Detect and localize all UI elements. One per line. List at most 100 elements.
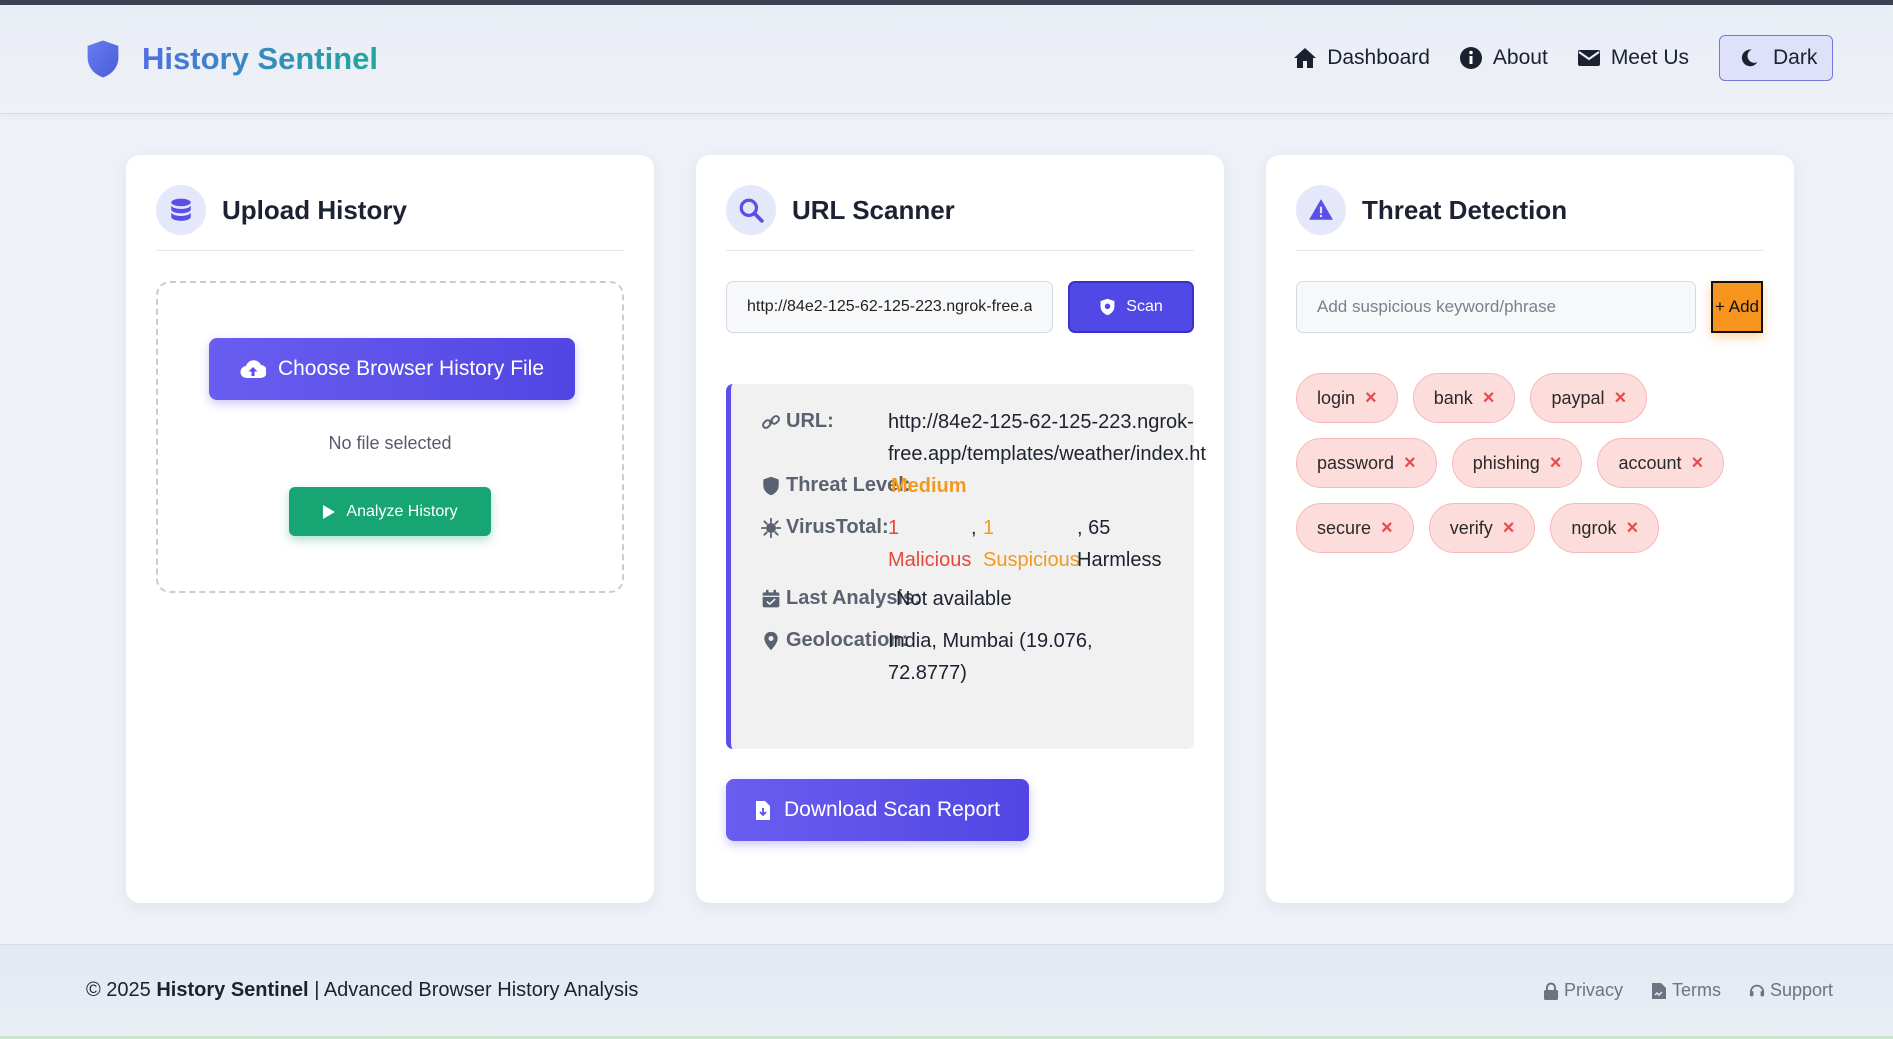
shield-check-icon: [1100, 298, 1115, 316]
moon-icon: [1741, 49, 1758, 67]
add-keyword-button[interactable]: + Add: [1711, 281, 1763, 333]
remove-keyword-icon[interactable]: ×: [1503, 517, 1515, 540]
database-icon: [171, 198, 191, 221]
copyright-year: © 2025: [86, 979, 151, 1001]
keyword-tag-label: login: [1317, 387, 1356, 408]
url-scanner-card: URL Scanner Scan URL: http://84e2-125-62…: [696, 155, 1224, 903]
virus-icon: [761, 517, 781, 538]
calendar-check-icon: [762, 589, 780, 607]
virustotal-label-text: VirusTotal:: [786, 516, 889, 538]
envelope-icon: [1577, 50, 1600, 66]
choose-file-button[interactable]: Choose Browser History File: [209, 338, 575, 400]
geolocation-label: Geolocation:: [761, 629, 908, 652]
keyword-tag: login ×: [1296, 373, 1398, 423]
nav-meet-us[interactable]: Meet Us: [1577, 35, 1689, 81]
remove-keyword-icon[interactable]: ×: [1692, 452, 1704, 475]
remove-keyword-icon[interactable]: ×: [1550, 452, 1562, 475]
url-result-line1: http://84e2-125-62-125-223.ngrok-: [888, 411, 1194, 433]
brand[interactable]: History Sentinel: [84, 39, 378, 79]
footer-support-link[interactable]: Support: [1749, 980, 1833, 1001]
theme-toggle-button[interactable]: Dark: [1719, 35, 1833, 81]
malicious-text: Malicious: [888, 549, 972, 571]
info-circle-icon: [1459, 47, 1482, 69]
keyword-tag: password ×: [1296, 438, 1437, 488]
keyword-tag-label: verify: [1449, 517, 1493, 538]
keyword-tag-label: account: [1618, 452, 1682, 473]
footer-tagline: | Advanced Browser History Analysis: [314, 979, 639, 1001]
analyze-history-label: Analyze History: [346, 502, 458, 520]
lock-icon: [1543, 982, 1558, 1000]
keyword-tag: paypal ×: [1530, 373, 1648, 423]
keyword-tag: phishing ×: [1451, 438, 1583, 488]
play-icon: [323, 504, 336, 519]
last-analysis-value: Not available: [896, 588, 1012, 610]
keyword-tag-list: login × bank × paypal × password × phishing × acco…: [1296, 373, 1766, 553]
keyword-input[interactable]: [1296, 281, 1696, 333]
choose-file-label: Choose Browser History File: [277, 357, 545, 380]
nav-about[interactable]: About: [1459, 35, 1548, 81]
scanner-card-title: URL Scanner: [792, 195, 955, 225]
virustotal-label: VirusTotal:: [761, 516, 889, 539]
brand-name: History Sentinel: [142, 41, 378, 76]
footer-terms-label: Terms: [1671, 980, 1721, 1000]
threat-level-label: Threat Level:: [761, 474, 910, 497]
map-pin-icon: [764, 631, 778, 650]
threat-card-title: Threat Detection: [1362, 195, 1568, 225]
link-icon: [762, 414, 780, 429]
nav-meet-us-label: Meet Us: [1610, 46, 1689, 69]
scan-button[interactable]: Scan: [1068, 281, 1194, 333]
upload-card-icon-badge: [156, 185, 206, 235]
geolocation-line2: 72.8777): [888, 662, 967, 684]
footer: © 2025 History Sentinel | Advanced Brows…: [0, 944, 1893, 1039]
scan-result-panel: URL: http://84e2-125-62-125-223.ngrok- f…: [726, 384, 1206, 749]
remove-keyword-icon[interactable]: ×: [1365, 387, 1377, 410]
suspicious-text: Suspicious: [983, 549, 1080, 571]
footer-brand: History Sentinel: [156, 979, 309, 1001]
geolocation-line1: India, Mumbai (19.076,: [888, 630, 1093, 652]
scan-label: Scan: [1126, 298, 1163, 315]
upload-history-card: Upload History Choose Browser History Fi…: [126, 155, 654, 903]
keyword-tag: secure ×: [1296, 503, 1414, 553]
upload-card-title: Upload History: [222, 195, 407, 225]
vt-separator: ,: [971, 517, 977, 539]
url-result-label-text: URL:: [786, 410, 834, 432]
harmless-count: , 65: [1077, 517, 1111, 539]
footer-privacy-label: Privacy: [1563, 980, 1623, 1000]
footer-terms-link[interactable]: Terms: [1651, 980, 1721, 1001]
home-icon: [1294, 48, 1317, 68]
malicious-count: 1: [888, 517, 900, 539]
threat-card-icon-badge: [1296, 185, 1346, 235]
threat-card-header: Threat Detection: [1296, 185, 1764, 251]
keyword-tag-label: paypal: [1551, 387, 1605, 408]
remove-keyword-icon[interactable]: ×: [1483, 387, 1495, 410]
keyword-tag-label: bank: [1433, 387, 1473, 408]
footer-privacy-link[interactable]: Privacy: [1543, 980, 1623, 1001]
file-dropzone[interactable]: Choose Browser History File No file sele…: [156, 281, 624, 593]
threat-detection-card: Threat Detection + Add login×bank×paypal…: [1266, 155, 1794, 903]
harmless-text: Harmless: [1077, 549, 1162, 571]
file-status-text: No file selected: [328, 433, 452, 453]
remove-keyword-icon[interactable]: ×: [1626, 517, 1638, 540]
download-report-button[interactable]: Download Scan Report: [726, 779, 1029, 841]
remove-keyword-icon[interactable]: ×: [1404, 452, 1416, 475]
nav-dashboard[interactable]: Dashboard: [1293, 35, 1430, 81]
keyword-tag-label: secure: [1317, 517, 1372, 538]
file-contract-icon: [1651, 982, 1666, 999]
footer-links: Privacy Terms Support: [1543, 980, 1833, 1001]
suspicious-count: 1: [983, 517, 995, 539]
footer-copyright: © 2025 History Sentinel | Advanced Brows…: [86, 979, 638, 1002]
remove-keyword-icon[interactable]: ×: [1615, 387, 1627, 410]
url-input[interactable]: [726, 281, 1053, 333]
keyword-tag-label: phishing: [1472, 452, 1540, 473]
theme-toggle-label: Dark: [1773, 46, 1818, 69]
upload-card-header: Upload History: [156, 185, 624, 251]
warning-triangle-icon: [1309, 199, 1333, 220]
keyword-tag-label: ngrok: [1571, 517, 1617, 538]
remove-keyword-icon[interactable]: ×: [1381, 517, 1393, 540]
download-report-label: Download Scan Report: [784, 798, 1000, 821]
url-result-label: URL:: [761, 410, 834, 433]
analyze-history-button[interactable]: Analyze History: [289, 487, 491, 536]
threat-level-value: Medium: [891, 475, 967, 497]
scanner-card-icon-badge: [726, 185, 776, 235]
headset-icon: [1749, 984, 1765, 996]
